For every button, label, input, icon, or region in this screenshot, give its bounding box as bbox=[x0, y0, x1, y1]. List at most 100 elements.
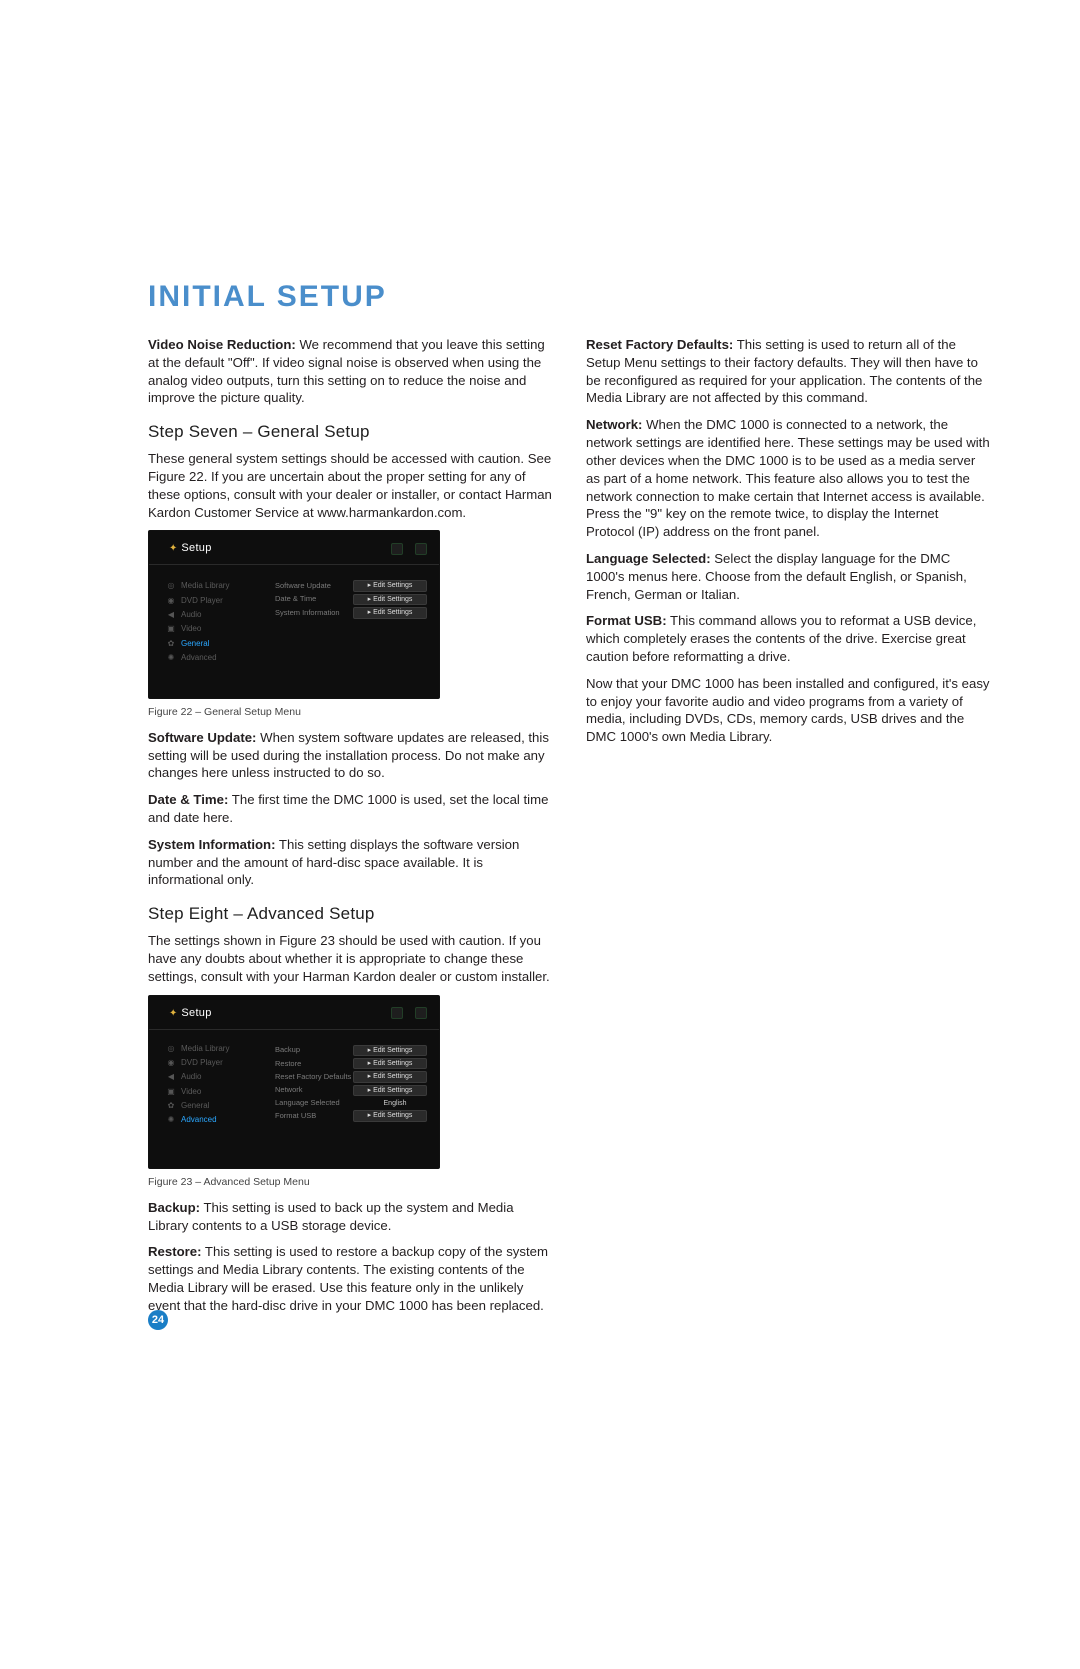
setup-option-value: ▸ Edit Settings bbox=[353, 1110, 427, 1121]
setup-option-row: Format USB ▸ Edit Settings bbox=[275, 1109, 427, 1122]
sidebar-glyph-icon: ✿ bbox=[167, 1100, 175, 1112]
figure-22-caption: Figure 22 – General Setup Menu bbox=[148, 705, 552, 719]
setup-sidebar: ◎ Media Library ◉ DVD Player ◀ Audio ▣ Video ✿Ge… bbox=[149, 565, 271, 679]
setup-option-value: ▸ Edit Settings bbox=[353, 594, 427, 605]
setup-option-value: ▸ Edit Settings bbox=[353, 580, 427, 591]
setup-body: ◎ Media Library ◉ DVD Player ◀ Audio ▣ Video ✿Ge… bbox=[149, 565, 439, 679]
sidebar-glyph-icon: ◎ bbox=[167, 580, 175, 592]
sidebar-item-label: Video bbox=[181, 623, 201, 635]
sidebar-glyph-icon: ◀ bbox=[167, 1071, 175, 1083]
setup-option-label: Restore bbox=[275, 1059, 301, 1069]
setup-header: ✦Setup bbox=[149, 531, 439, 560]
text-restore: This setting is used to restore a backup… bbox=[148, 1244, 548, 1312]
sidebar-item-label: Media Library bbox=[181, 580, 229, 592]
setup-sidebar-item: ◉DVD Player bbox=[167, 1056, 263, 1070]
heading-step-8: Step Eight – Advanced Setup bbox=[148, 903, 552, 926]
setup-option-value: ▸ Edit Settings bbox=[353, 1058, 427, 1069]
paragraph-date-time: Date & Time: The first time the DMC 1000… bbox=[148, 791, 552, 827]
indicator-dot bbox=[415, 543, 427, 555]
left-column: Video Noise Reduction: We recommend that… bbox=[148, 336, 552, 1324]
label-language: Language Selected: bbox=[586, 551, 711, 566]
header-indicators bbox=[391, 1007, 427, 1019]
wrench-icon: ✦ bbox=[169, 1008, 177, 1019]
setup-option-value: ▸ Edit Settings bbox=[353, 1071, 427, 1082]
paragraph-step-7-intro: These general system settings should be … bbox=[148, 450, 552, 521]
wrench-icon: ✦ bbox=[169, 543, 177, 554]
paragraph-video-noise: Video Noise Reduction: We recommend that… bbox=[148, 336, 552, 407]
setup-sidebar-item: ✺Advanced bbox=[167, 1113, 263, 1127]
sidebar-item-label: DVD Player bbox=[181, 595, 223, 607]
indicator-dot bbox=[391, 1007, 403, 1019]
paragraph-system-information: System Information: This setting display… bbox=[148, 836, 552, 889]
heading-step-7: Step Seven – General Setup bbox=[148, 421, 552, 444]
columns: Video Noise Reduction: We recommend that… bbox=[148, 336, 990, 1324]
setup-sidebar: ◎Media Library◉DVD Player◀Audio▣Video✿Ge… bbox=[149, 1030, 271, 1150]
label-format-usb: Format USB: bbox=[586, 613, 667, 628]
header-indicators bbox=[391, 543, 427, 555]
sidebar-glyph-icon: ✺ bbox=[167, 652, 175, 664]
label-restore: Restore: bbox=[148, 1244, 202, 1259]
setup-body: ◎Media Library◉DVD Player◀Audio▣Video✿Ge… bbox=[149, 1030, 439, 1150]
setup-option-row: Restore ▸ Edit Settings bbox=[275, 1057, 427, 1070]
paragraph-format-usb: Format USB: This command allows you to r… bbox=[586, 612, 990, 665]
figure-22-general-setup-menu: ✦Setup ◎ Media Library ◉ DVD Player ◀ Audio ▣ Vi… bbox=[148, 530, 440, 698]
setup-sidebar-item: ✿General bbox=[167, 637, 263, 651]
label-reset-factory: Reset Factory Defaults: bbox=[586, 337, 733, 352]
paragraph-backup: Backup: This setting is used to back up … bbox=[148, 1199, 552, 1235]
setup-option-value: ▸ Edit Settings bbox=[353, 1045, 427, 1056]
label-date-time: Date & Time: bbox=[148, 792, 228, 807]
setup-sidebar-item: ◀Audio bbox=[167, 1070, 263, 1084]
sidebar-glyph-icon: ▣ bbox=[167, 623, 175, 635]
setup-title: ✦Setup bbox=[169, 541, 212, 556]
setup-option-label: System Information bbox=[275, 608, 340, 618]
paragraph-outro: Now that your DMC 1000 has been installe… bbox=[586, 675, 990, 746]
sidebar-item-label: Advanced bbox=[181, 652, 217, 664]
setup-main: Backup ▸ Edit Settings Restore ▸ Edit Setti… bbox=[271, 1030, 439, 1150]
setup-option-label: Date & Time bbox=[275, 594, 316, 604]
figure-23-caption: Figure 23 – Advanced Setup Menu bbox=[148, 1175, 552, 1189]
sidebar-glyph-icon: ✿ bbox=[167, 638, 175, 650]
setup-option-row: Backup ▸ Edit Settings bbox=[275, 1044, 427, 1057]
right-column: Reset Factory Defaults: This setting is … bbox=[586, 336, 990, 1324]
setup-option-row: Language SelectedEnglish bbox=[275, 1097, 427, 1109]
paragraph-step-8-intro: The settings shown in Figure 23 should b… bbox=[148, 932, 552, 985]
paragraph-reset-factory: Reset Factory Defaults: This setting is … bbox=[586, 336, 990, 407]
paragraph-language: Language Selected: Select the display la… bbox=[586, 550, 990, 603]
page-title: INITIAL SETUP bbox=[148, 280, 990, 314]
label-backup: Backup: bbox=[148, 1200, 200, 1215]
label-network: Network: bbox=[586, 417, 642, 432]
text-backup: This setting is used to back up the syst… bbox=[148, 1200, 514, 1233]
sidebar-glyph-icon: ◉ bbox=[167, 595, 175, 607]
sidebar-glyph-icon: ◉ bbox=[167, 1057, 175, 1069]
paragraph-restore: Restore: This setting is used to restore… bbox=[148, 1243, 552, 1314]
setup-footer-pad bbox=[149, 1150, 439, 1168]
setup-sidebar-item: ◀ Audio bbox=[167, 608, 263, 622]
setup-option-label: Software Update bbox=[275, 581, 331, 591]
setup-option-row: Date & Time ▸ Edit Settings bbox=[275, 593, 427, 606]
label-software-update: Software Update: bbox=[148, 730, 256, 745]
indicator-dot bbox=[391, 543, 403, 555]
sidebar-item-label: Advanced bbox=[181, 1114, 217, 1126]
setup-title: ✦Setup bbox=[169, 1006, 212, 1021]
setup-sidebar-item: ▣ Video bbox=[167, 622, 263, 636]
sidebar-item-label: Media Library bbox=[181, 1043, 229, 1055]
figure-23-advanced-setup-menu: ✦Setup ◎Media Library◉DVD Player◀Audio▣Vi… bbox=[148, 995, 440, 1169]
sidebar-glyph-icon: ◀ bbox=[167, 609, 175, 621]
setup-option-label: Format USB bbox=[275, 1111, 316, 1121]
setup-option-label: Backup bbox=[275, 1045, 300, 1055]
setup-option-row: Network▸ Edit Settings bbox=[275, 1084, 427, 1097]
setup-sidebar-item: ◉ DVD Player bbox=[167, 594, 263, 608]
setup-sidebar-item: ◎Media Library bbox=[167, 1042, 263, 1056]
page-number-badge: 24 bbox=[148, 1310, 168, 1330]
setup-sidebar-item: ✺ Advanced bbox=[167, 651, 263, 665]
manual-page: INITIAL SETUP Video Noise Reduction: We … bbox=[0, 0, 1080, 1669]
setup-option-label: Reset Factory Defaults bbox=[275, 1072, 351, 1082]
setup-sidebar-item: ▣Video bbox=[167, 1085, 263, 1099]
setup-sidebar-item: ◎ Media Library bbox=[167, 579, 263, 593]
setup-main: Software Update▸ Edit SettingsDate & Tim… bbox=[271, 565, 439, 679]
setup-option-label: Network bbox=[275, 1085, 303, 1095]
setup-option-value: English bbox=[363, 1099, 427, 1108]
sidebar-glyph-icon: ▣ bbox=[167, 1086, 175, 1098]
label-video-noise: Video Noise Reduction: bbox=[148, 337, 296, 352]
sidebar-item-label: Audio bbox=[181, 609, 201, 621]
